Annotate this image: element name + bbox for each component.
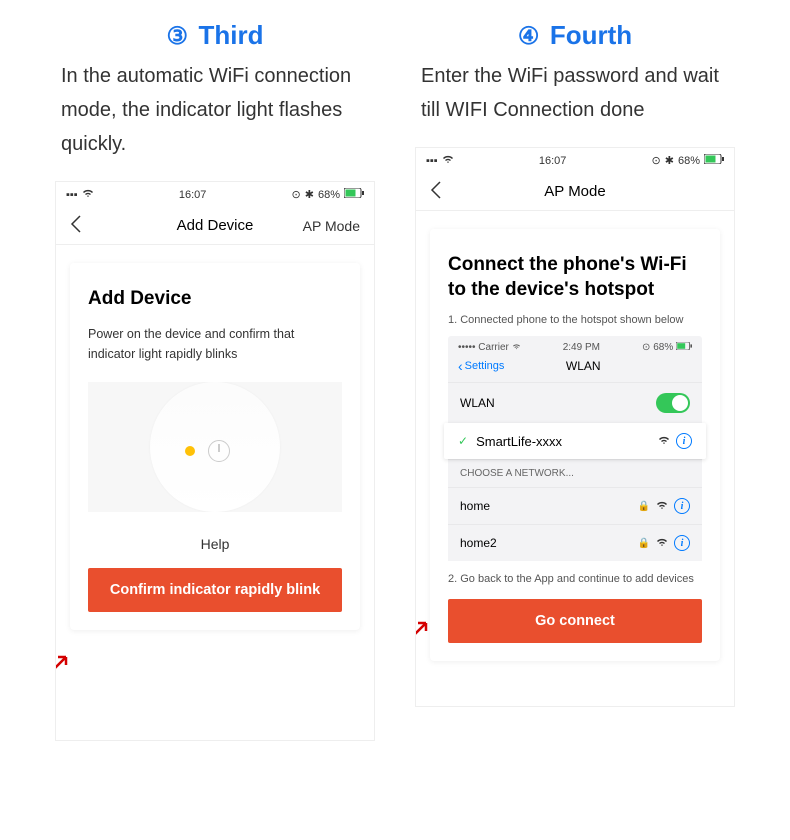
bluetooth-icon: ✱ (665, 154, 674, 167)
device-circle (150, 382, 280, 512)
network-name: home (460, 499, 490, 513)
signal-bars-icon: ▪▪▪ (66, 189, 78, 201)
alarm-icon: ⊙ (652, 154, 661, 167)
ap-mode-link[interactable]: AP Mode (303, 218, 360, 234)
instruction-2: 2. Go back to the App and continue to ad… (448, 573, 702, 585)
info-icon[interactable]: i (674, 498, 690, 514)
wlan-toggle[interactable] (656, 393, 690, 413)
step-3-desc: In the automatic WiFi connection mode, t… (55, 59, 375, 161)
back-button[interactable] (70, 213, 82, 239)
status-bar: ▪▪▪ 16:07 ⊙ ✱ 68% (56, 182, 374, 207)
step-3-title: Third (198, 20, 263, 50)
step-4-column: ④ Fourth Enter the WiFi password and wai… (415, 20, 735, 741)
wifi-icon (82, 188, 94, 201)
help-link[interactable]: Help (88, 536, 342, 552)
carrier-label: ••••• Carrier (458, 342, 521, 353)
wlan-battery: ⊙ 68% (642, 342, 692, 353)
choose-network-header: CHOOSE A NETWORK... (448, 459, 702, 487)
wifi-strength-icon (658, 435, 670, 448)
settings-back-icon[interactable]: ‹ (458, 358, 463, 374)
wlan-toggle-row: WLAN (448, 382, 702, 423)
battery-pct: 68% (678, 155, 700, 167)
back-button[interactable] (430, 179, 442, 205)
wlan-toggle-label: WLAN (460, 396, 495, 410)
lock-icon: 🔒 (638, 538, 650, 549)
wifi-strength-icon (656, 500, 668, 513)
wlan-nav-bar: ‹ Settings WLAN (448, 356, 702, 382)
step-3-number: ③ (167, 23, 189, 50)
power-button-icon (208, 440, 230, 462)
status-bar: ▪▪▪ 16:07 ⊙ ✱ 68% (416, 148, 734, 173)
callout-arrow-icon (415, 615, 434, 654)
nav-header: Add Device AP Mode (56, 207, 374, 245)
wifi-strength-icon (656, 537, 668, 550)
battery-pct: 68% (318, 189, 340, 201)
device-indicator-image (88, 382, 342, 512)
lock-icon: 🔒 (638, 501, 650, 512)
wifi-icon (442, 154, 454, 167)
network-row[interactable]: home2 🔒 i (448, 524, 702, 561)
connect-hotspot-card: Connect the phone's Wi-Fi to the device'… (430, 229, 720, 661)
step-4-title: Fourth (550, 20, 632, 50)
step-3-column: ③ Third In the automatic WiFi connection… (55, 20, 375, 741)
alarm-icon: ⊙ (292, 188, 301, 201)
connected-network-name: SmartLife-xxxx (476, 434, 658, 449)
wlan-time: 2:49 PM (563, 342, 600, 353)
confirm-button[interactable]: Confirm indicator rapidly blink (88, 568, 342, 612)
phone-screenshot-right: ▪▪▪ 16:07 ⊙ ✱ 68% (415, 147, 735, 707)
indicator-light-icon (185, 446, 195, 456)
network-name: home2 (460, 536, 497, 550)
battery-icon (704, 154, 724, 167)
add-device-title: Add Device (88, 287, 342, 312)
add-device-card: Add Device Power on the device and confi… (70, 263, 360, 630)
instruction-1: 1. Connected phone to the hotspot shown … (448, 314, 702, 326)
nav-title: Add Device (177, 217, 254, 234)
phone-screenshot-left: ▪▪▪ 16:07 ⊙ ✱ 68% (55, 181, 375, 741)
checkmark-icon: ✓ (458, 434, 468, 448)
info-icon[interactable]: i (674, 535, 690, 551)
network-row[interactable]: home 🔒 i (448, 487, 702, 524)
bluetooth-icon: ✱ (305, 188, 314, 201)
status-time: 16:07 (539, 155, 567, 167)
status-time: 16:07 (179, 189, 207, 201)
wlan-title: WLAN (474, 359, 692, 373)
connected-network-row[interactable]: ✓ SmartLife-xxxx i (444, 423, 706, 459)
step-3-header: ③ Third (55, 20, 375, 51)
callout-arrow-icon (55, 649, 74, 688)
step-4-desc: Enter the WiFi password and wait till WI… (415, 59, 735, 127)
connect-title: Connect the phone's Wi-Fi to the device'… (448, 253, 702, 302)
step-4-number: ④ (518, 23, 540, 50)
step-4-header: ④ Fourth (415, 20, 735, 51)
nav-header: AP Mode (416, 173, 734, 211)
nav-title: AP Mode (544, 183, 605, 200)
wlan-status-bar: ••••• Carrier 2:49 PM ⊙ 68% (448, 336, 702, 356)
signal-bars-icon: ▪▪▪ (426, 155, 438, 167)
info-icon[interactable]: i (676, 433, 692, 449)
battery-icon (344, 188, 364, 201)
go-connect-button[interactable]: Go connect (448, 599, 702, 643)
add-device-sub: Power on the device and confirm that ind… (88, 324, 342, 364)
wlan-settings-panel: ••••• Carrier 2:49 PM ⊙ 68% ‹ Settings W… (448, 336, 702, 561)
